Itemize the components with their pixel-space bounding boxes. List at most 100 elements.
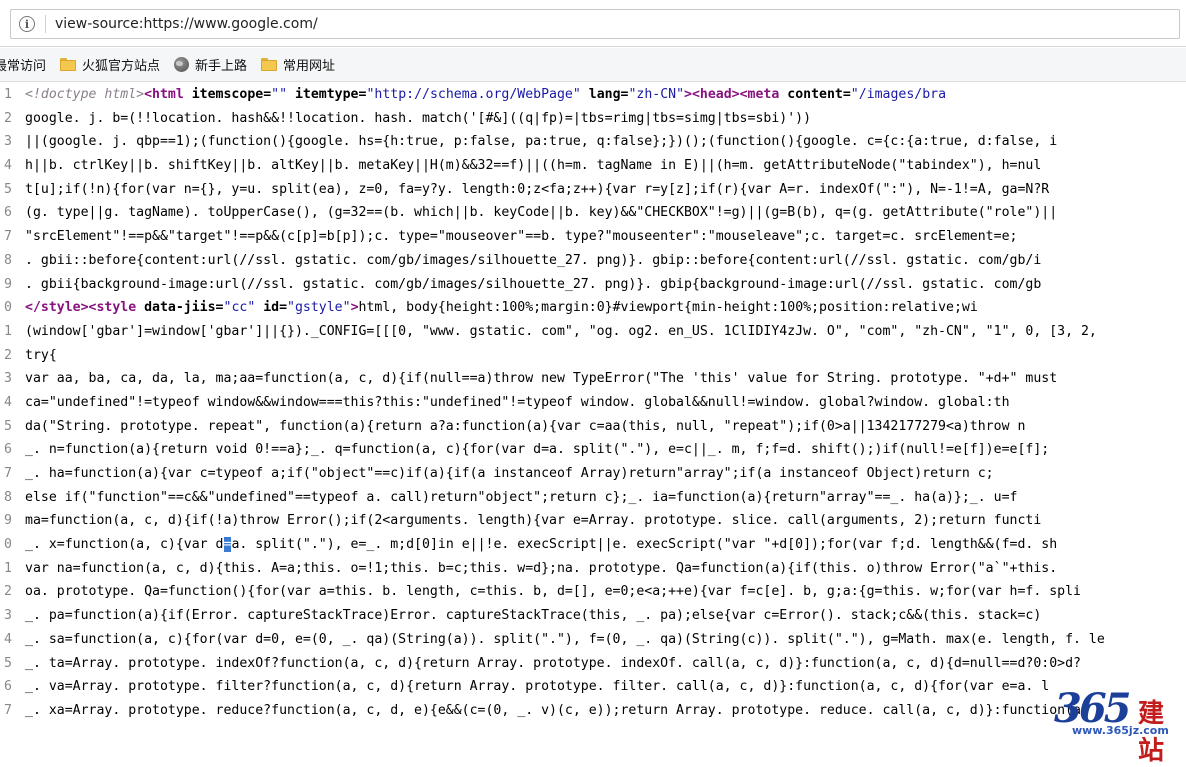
line-code: h||b. ctrlKey||b. shiftKey||b. altKey||b… bbox=[25, 158, 1042, 174]
bookmark-label: 最常访问 bbox=[0, 59, 47, 74]
folder-icon bbox=[261, 58, 278, 71]
line-code: var aa, ba, ca, da, la, ma;aa=function(a… bbox=[25, 371, 1058, 387]
attr-token: data-jiis= bbox=[136, 300, 224, 316]
source-line: 9 ma=function(a, c, d){if(!a)throw Error(… bbox=[0, 509, 1186, 533]
line-number: 0 bbox=[4, 537, 12, 553]
attr-token: itemscope= bbox=[183, 87, 272, 102]
line-code: try{ bbox=[25, 347, 57, 363]
line-code: da("String. prototype. repeat", function… bbox=[25, 418, 1026, 434]
bookmark-label: 常用网址 bbox=[283, 59, 336, 74]
bookmark-common-sites[interactable]: 常用网址 bbox=[261, 55, 335, 74]
source-line: 5 _. ta=Array. prototype. indexOf?functio… bbox=[0, 652, 1186, 676]
line-code: t[u];if(!n){for(var n={}, y=u. split(ea)… bbox=[25, 181, 1050, 197]
bookmark-firefox-official[interactable]: 火狐官方站点 bbox=[60, 55, 160, 74]
line-code: . gbii::before{content:url(//ssl. gstati… bbox=[25, 252, 1042, 268]
line-number: 6 bbox=[4, 442, 12, 458]
line-number: 2 bbox=[4, 110, 12, 126]
source-line: 7 "srcElement"!==p&&"target"!==p&&(c[p]=b… bbox=[0, 225, 1186, 249]
folder-icon bbox=[60, 58, 77, 71]
url-field[interactable]: i view-source:https://www.google.com/ bbox=[10, 9, 1180, 39]
source-line: 6 _. va=Array. prototype. filter?function… bbox=[0, 675, 1186, 699]
value-token: "zh-CN" bbox=[628, 87, 685, 102]
line-number: 8 bbox=[4, 489, 12, 505]
line-code: _. ta=Array. prototype. indexOf?function… bbox=[25, 655, 1081, 671]
doctype-token: <!doctype html> bbox=[25, 87, 145, 102]
line-number: 3 bbox=[4, 134, 12, 150]
source-line: 6 (g. type||g. tagName). toUpperCase(), (… bbox=[0, 201, 1186, 225]
attr-token: content= bbox=[779, 87, 851, 102]
line-code: _. n=function(a){return void 0!==a};_. q… bbox=[25, 442, 1050, 458]
line-code: ca="undefined"!=typeof window&&window===… bbox=[25, 394, 1010, 410]
source-line: 4 _. sa=function(a, c){for(var d=0, e=(0,… bbox=[0, 628, 1186, 652]
bookmark-label: 新手上路 bbox=[195, 59, 248, 74]
source-line: 3 var aa, ba, ca, da, la, ma;aa=function(… bbox=[0, 367, 1186, 391]
line-number: 4 bbox=[4, 158, 12, 174]
line-code: _. va=Array. prototype. filter?function(… bbox=[25, 679, 1050, 695]
line-number: 4 bbox=[4, 394, 12, 410]
source-view[interactable]: 1 <!doctype html><html itemscope="" item… bbox=[0, 83, 1186, 743]
line-code: _. sa=function(a, c){for(var d=0, e=(0, … bbox=[25, 631, 1105, 647]
value-token: "" bbox=[271, 87, 288, 102]
source-line: 0 </style><style data-jiis="cc" id="gsty… bbox=[0, 296, 1186, 320]
line-code: <!doctype html><html itemscope="" itemty… bbox=[25, 83, 946, 107]
line-number: 3 bbox=[4, 371, 12, 387]
source-line: 2 google. j. b=(!!location. hash&&!!locat… bbox=[0, 107, 1186, 131]
bookmarks-toolbar: 最常访问 火狐官方站点 新手上路 常用网址 bbox=[0, 48, 1186, 82]
line-number: 8 bbox=[4, 252, 12, 268]
line-code: (window['gbar']=window['gbar']||{})._CON… bbox=[25, 323, 1097, 339]
line-number: 5 bbox=[4, 181, 12, 197]
value-token: "gstyle" bbox=[287, 300, 351, 316]
line-code: _. pa=function(a){if(Error. captureStack… bbox=[25, 608, 1042, 624]
value-token: "cc" bbox=[223, 300, 256, 316]
line-number: 1 bbox=[4, 323, 12, 339]
line-code: google. j. b=(!!location. hash&&!!locati… bbox=[25, 110, 812, 126]
bookmark-most-visited[interactable]: 最常访问 bbox=[0, 55, 46, 74]
source-line: 1 (window['gbar']=window['gbar']||{})._CO… bbox=[0, 320, 1186, 344]
line-code: oa. prototype. Qa=function(){for(var a=t… bbox=[25, 584, 1081, 600]
line-code: ||(google. j. qbp==1);(function(){google… bbox=[25, 134, 1058, 150]
line-number: 3 bbox=[4, 608, 12, 624]
source-line: 6 _. n=function(a){return void 0!==a};_. … bbox=[0, 438, 1186, 462]
code-text: a. split("."), e=_. m;d[0]in e||!e. exec… bbox=[231, 537, 1058, 553]
line-number: 4 bbox=[4, 631, 12, 647]
source-line: 7 _. ha=function(a){var c=typeof a;if("ob… bbox=[0, 462, 1186, 486]
line-code: else if("function"==c&&"undefined"==type… bbox=[25, 489, 1018, 505]
source-line: 2 oa. prototype. Qa=function(){for(var a=… bbox=[0, 580, 1186, 604]
value-token: "/images/bra bbox=[850, 87, 947, 102]
line-number: 6 bbox=[4, 679, 12, 695]
source-line: 9 . gbii{background-image:url(//ssl. gsta… bbox=[0, 273, 1186, 297]
line-number: 7 bbox=[4, 466, 12, 481]
line-code: "srcElement"!==p&&"target"!==p&&(c[p]=b[… bbox=[25, 229, 1018, 245]
line-code: </style><style data-jiis="cc" id="gstyle… bbox=[25, 296, 978, 320]
line-code: . gbii{background-image:url(//ssl. gstat… bbox=[25, 276, 1042, 292]
line-code: _. x=function(a, c){var d=a. split("."),… bbox=[25, 533, 1057, 557]
attr-token: id= bbox=[255, 300, 288, 316]
source-line: 3 ||(google. j. qbp==1);(function(){googl… bbox=[0, 130, 1186, 154]
source-line: 3 _. pa=function(a){if(Error. captureStac… bbox=[0, 604, 1186, 628]
globe-icon bbox=[174, 57, 190, 72]
line-number: 0 bbox=[4, 300, 12, 316]
site-watermark: 365 建站 www.365jz.com bbox=[1054, 685, 1182, 766]
source-line: 1 var na=function(a, c, d){this. A=a;this… bbox=[0, 557, 1186, 581]
source-line: 8 . gbii::before{content:url(//ssl. gstat… bbox=[0, 249, 1186, 273]
line-number: 6 bbox=[4, 205, 12, 221]
source-line: 1 <!doctype html><html itemscope="" item… bbox=[0, 83, 1186, 107]
tag-token: ><head><meta bbox=[684, 87, 780, 102]
line-code: _. ha=function(a){var c=typeof a;if("obj… bbox=[25, 466, 994, 481]
css-text: html, body{height:100%;margin:0}#viewpor… bbox=[358, 300, 978, 316]
attr-token: itemtype= bbox=[287, 87, 367, 102]
source-line: 8 else if("function"==c&&"undefined"==typ… bbox=[0, 486, 1186, 510]
line-number: 5 bbox=[4, 655, 12, 671]
url-text[interactable]: view-source:https://www.google.com/ bbox=[55, 16, 318, 32]
attr-token: lang= bbox=[580, 87, 629, 102]
tag-token: </style><style bbox=[25, 300, 137, 316]
line-number: 1 bbox=[4, 87, 12, 102]
bookmark-getting-started[interactable]: 新手上路 bbox=[174, 55, 247, 74]
source-line: 4 ca="undefined"!=typeof window&&window==… bbox=[0, 391, 1186, 415]
line-number: 1 bbox=[4, 560, 12, 576]
tag-token: <html bbox=[144, 87, 184, 102]
line-code: ma=function(a, c, d){if(!a)throw Error()… bbox=[25, 513, 1042, 529]
info-icon[interactable]: i bbox=[19, 16, 35, 32]
url-separator bbox=[45, 15, 46, 33]
source-line: 4 h||b. ctrlKey||b. shiftKey||b. altKey||… bbox=[0, 154, 1186, 178]
